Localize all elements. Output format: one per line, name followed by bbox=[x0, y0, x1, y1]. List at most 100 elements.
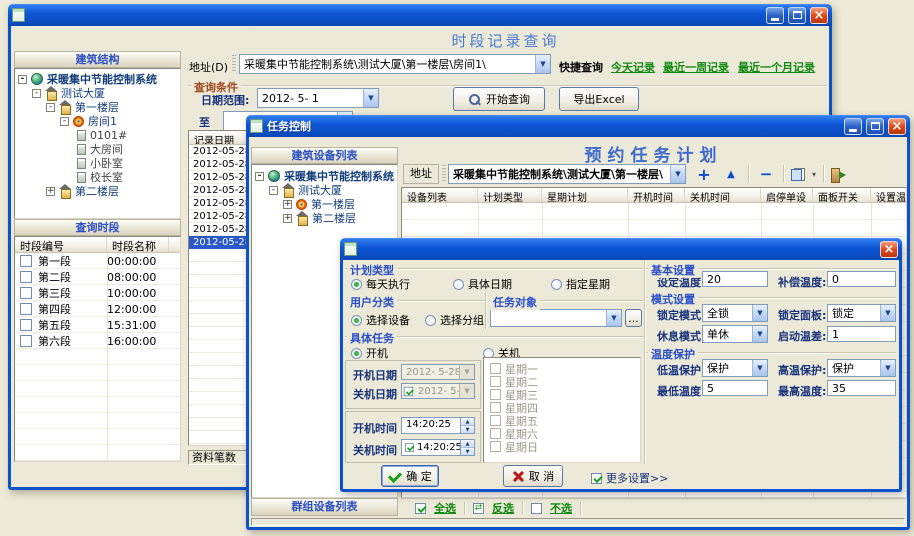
tree-node-device[interactable]: 小卧室 bbox=[15, 156, 180, 170]
radio-icon[interactable] bbox=[351, 315, 362, 326]
task-column-header[interactable]: 开机时间 bbox=[628, 188, 685, 202]
invert-selection-icon[interactable]: ⇄ bbox=[473, 503, 484, 514]
paste-task-icon[interactable] bbox=[791, 168, 805, 181]
invert-selection-link[interactable]: 反选 bbox=[492, 500, 514, 516]
power-off-time-checkbox[interactable] bbox=[405, 443, 414, 452]
group-device-list-button[interactable]: 群组设备列表 bbox=[251, 498, 398, 516]
period-row[interactable]: 第一段 00:00:00 bbox=[15, 253, 180, 269]
power-off-time-field[interactable]: 14:20:25 bbox=[401, 439, 461, 456]
cancel-button[interactable]: 取 消 bbox=[503, 465, 563, 487]
select-none-link[interactable]: 不选 bbox=[550, 500, 572, 516]
task-column-header[interactable]: 面板开关 bbox=[813, 188, 871, 202]
close-button[interactable]: × bbox=[880, 241, 898, 258]
weekday-checkbox[interactable] bbox=[490, 402, 501, 413]
period-checkbox[interactable] bbox=[20, 287, 32, 299]
period-row[interactable]: 第六段 16:00:00 bbox=[15, 333, 180, 349]
lock-mode-combobox[interactable]: 全锁▼ bbox=[702, 304, 768, 322]
chevron-down-icon[interactable]: ▼ bbox=[752, 305, 767, 321]
maximize-button[interactable] bbox=[788, 7, 806, 24]
chevron-down-icon[interactable]: ▼ bbox=[752, 360, 767, 376]
spin-up-icon[interactable]: ▲ bbox=[461, 440, 474, 448]
close-button[interactable]: × bbox=[810, 7, 828, 24]
radio-icon[interactable] bbox=[351, 348, 362, 359]
period-checkbox[interactable] bbox=[20, 335, 32, 347]
tree-node-room1[interactable]: -房间1 bbox=[15, 114, 180, 128]
address-combobox[interactable]: 采暖集中节能控制系统\测试大厦\第一楼层\▼ bbox=[448, 164, 686, 184]
lock-panel-combobox[interactable]: 锁定▼ bbox=[827, 304, 896, 322]
tree-node-floor2[interactable]: +第二楼层 bbox=[15, 184, 180, 198]
power-on-time-spinner[interactable]: ▲▼ bbox=[461, 417, 475, 434]
radio-icon[interactable] bbox=[351, 279, 362, 290]
period-checkbox[interactable] bbox=[20, 303, 32, 315]
tree-node-system[interactable]: -采暖集中节能控制系统 bbox=[252, 169, 397, 183]
task-column-header[interactable]: 关机时间 bbox=[685, 188, 761, 202]
collapse-toggle-icon[interactable]: - bbox=[32, 89, 41, 98]
dialog-titlebar[interactable]: × bbox=[340, 238, 902, 260]
add-task-icon[interactable]: + bbox=[694, 165, 714, 184]
chevron-down-icon[interactable]: ▼ bbox=[670, 165, 685, 183]
weekday-checkbox[interactable] bbox=[490, 389, 501, 400]
toolbar-gripper[interactable] bbox=[442, 165, 446, 183]
task-column-header[interactable]: 计划类型 bbox=[478, 188, 542, 202]
power-off-date-checkbox[interactable] bbox=[404, 386, 413, 395]
task-object-combobox[interactable]: ▼ bbox=[490, 309, 622, 327]
expand-toggle-icon[interactable]: + bbox=[283, 200, 292, 209]
radio-icon[interactable] bbox=[551, 279, 562, 290]
tree-node-floor2[interactable]: +第二楼层 bbox=[252, 211, 397, 225]
chevron-down-icon[interactable]: ▼ bbox=[606, 310, 621, 326]
tree-node-floor1[interactable]: -第一楼层 bbox=[15, 100, 180, 114]
collapse-toggle-icon[interactable]: - bbox=[46, 103, 55, 112]
tree-node-device[interactable]: 0101# bbox=[15, 128, 180, 142]
weekday-checkbox[interactable] bbox=[490, 376, 501, 387]
weekday-checkbox[interactable] bbox=[490, 415, 501, 426]
col-period-name[interactable]: 时段名称 bbox=[107, 237, 169, 252]
start-diff-field[interactable]: 1 bbox=[827, 326, 896, 342]
max-temp-field[interactable]: 35 bbox=[827, 380, 896, 396]
close-button[interactable]: × bbox=[888, 118, 906, 135]
rest-mode-combobox[interactable]: 单休▼ bbox=[702, 325, 768, 343]
link-today-records[interactable]: 今天记录 bbox=[611, 59, 655, 75]
export-excel-button[interactable]: 导出Excel bbox=[559, 87, 639, 111]
toolbar-gripper[interactable] bbox=[232, 55, 236, 73]
spin-up-icon[interactable]: ▲ bbox=[461, 418, 474, 426]
start-query-button[interactable]: 开始查询 bbox=[453, 87, 545, 111]
more-settings-checkbox[interactable] bbox=[591, 473, 602, 484]
high-protect-combobox[interactable]: 保护▼ bbox=[827, 359, 896, 377]
weekday-row[interactable]: 星期日 bbox=[486, 440, 640, 453]
period-checkbox[interactable] bbox=[20, 319, 32, 331]
chevron-down-icon[interactable]: ▼ bbox=[363, 89, 378, 107]
maximize-button[interactable] bbox=[866, 118, 884, 135]
tree-node-system[interactable]: -采暖集中节能控制系统 bbox=[15, 72, 180, 86]
expand-toggle-icon[interactable]: + bbox=[46, 187, 55, 196]
low-protect-combobox[interactable]: 保护▼ bbox=[702, 359, 768, 377]
minimize-button[interactable] bbox=[844, 118, 862, 135]
radio-icon[interactable] bbox=[453, 279, 464, 290]
select-all-checkbox-icon[interactable] bbox=[415, 503, 426, 514]
collapse-toggle-icon[interactable]: - bbox=[60, 117, 69, 126]
collapse-toggle-icon[interactable]: - bbox=[255, 172, 264, 181]
comp-temp-field[interactable]: 0 bbox=[827, 271, 896, 287]
link-last-month-records[interactable]: 最近一个月记录 bbox=[738, 59, 815, 75]
more-settings-toggle[interactable]: 更多设置>> bbox=[591, 470, 668, 486]
col-period-no[interactable]: 时段编号 bbox=[15, 237, 107, 252]
task-column-header[interactable]: 设置温度 bbox=[871, 188, 906, 202]
tree-node-device[interactable]: 校长室 bbox=[15, 170, 180, 184]
spin-down-icon[interactable]: ▼ bbox=[461, 426, 474, 433]
window2-titlebar[interactable]: 任务控制 × bbox=[246, 115, 910, 137]
task-column-header[interactable]: 设备列表 bbox=[402, 188, 478, 202]
chevron-down-icon[interactable]: ▼ bbox=[535, 55, 550, 73]
chevron-down-icon[interactable]: ▼ bbox=[880, 360, 895, 376]
select-none-checkbox-icon[interactable] bbox=[531, 503, 542, 514]
radio-specific-date[interactable]: 具体日期 bbox=[453, 276, 512, 292]
task-column-header[interactable]: 星期计划 bbox=[542, 188, 628, 202]
radio-specified-week[interactable]: 指定星期 bbox=[551, 276, 610, 292]
window1-titlebar[interactable]: × bbox=[8, 4, 832, 26]
radio-select-group[interactable]: 选择分组 bbox=[425, 312, 484, 328]
spin-down-icon[interactable]: ▼ bbox=[461, 448, 474, 455]
set-temp-field[interactable]: 20 bbox=[702, 271, 768, 287]
delete-task-icon[interactable]: − bbox=[756, 165, 776, 183]
period-checkbox[interactable] bbox=[20, 271, 32, 283]
collapse-toggle-icon[interactable]: - bbox=[269, 186, 278, 195]
chevron-down-icon[interactable]: ▼ bbox=[752, 326, 767, 342]
ok-button[interactable]: 确 定 bbox=[381, 465, 439, 487]
